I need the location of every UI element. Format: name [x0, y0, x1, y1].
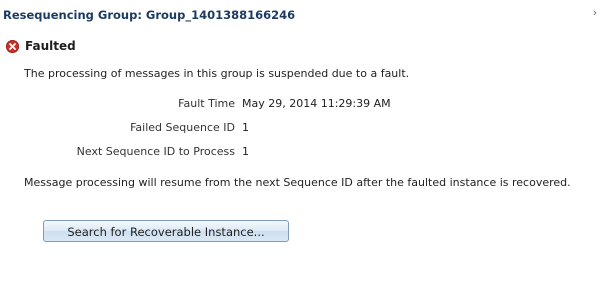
detail-row-next-sequence-id: Next Sequence ID to Process 1 [24, 145, 391, 169]
close-icon[interactable]: › [590, 6, 600, 20]
failed-sequence-id-value: 1 [242, 121, 249, 134]
detail-row-failed-sequence-id: Failed Sequence ID 1 [24, 121, 391, 145]
resume-info-text: Message processing will resume from the … [24, 176, 571, 189]
fault-message: The processing of messages in this group… [24, 67, 410, 80]
next-sequence-id-label: Next Sequence ID to Process [76, 145, 235, 158]
status-label: Faulted [25, 39, 76, 53]
failed-sequence-id-label: Failed Sequence ID [130, 121, 235, 134]
search-recoverable-instance-button[interactable]: Search for Recoverable Instance... [43, 220, 289, 242]
fault-time-value: May 29, 2014 11:29:39 AM [242, 97, 391, 110]
fault-details: Fault Time May 29, 2014 11:29:39 AM Fail… [24, 97, 391, 169]
dialog-title: Resequencing Group: Group_1401388166246 [3, 8, 296, 22]
status-row: Faulted [6, 38, 76, 54]
error-x-icon [6, 39, 19, 53]
fault-time-label: Fault Time [178, 97, 235, 110]
detail-row-fault-time: Fault Time May 29, 2014 11:29:39 AM [24, 97, 391, 121]
next-sequence-id-value: 1 [242, 145, 249, 158]
